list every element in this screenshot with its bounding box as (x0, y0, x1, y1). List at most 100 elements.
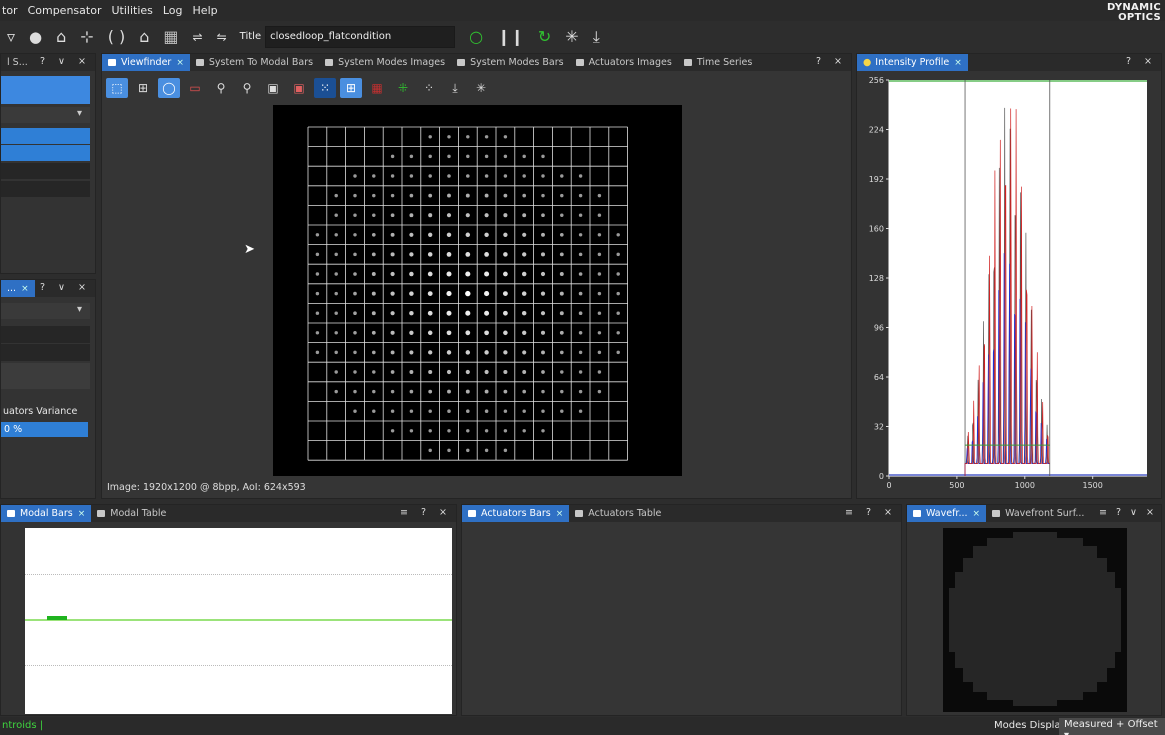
tab-modal-bars[interactable]: Modal Bars × (1, 505, 92, 522)
mirror-icon[interactable]: ▿ (7, 27, 15, 46)
menu-compensator[interactable]: Compensator (28, 4, 102, 17)
tab-modal-table[interactable]: Modal Table (91, 505, 172, 522)
lenslet-spot (484, 174, 489, 178)
lenslet-spot (578, 233, 583, 237)
menu-tor[interactable]: tor (2, 4, 18, 17)
left-top-selected-row-2[interactable] (1, 145, 90, 161)
lenslet-spot (597, 389, 602, 394)
left-bottom-controls[interactable]: ? ∨ × (40, 282, 91, 293)
lenslet-spot (559, 272, 564, 276)
record-icon[interactable]: ● (29, 28, 42, 46)
left-bottom-dropdown[interactable]: ▾ (1, 303, 90, 319)
lenslet-spot (522, 370, 527, 374)
tab-actuators-table[interactable]: Actuators Table (569, 505, 667, 522)
restart-icon[interactable]: ↻ (538, 27, 551, 46)
lenslet-spot (372, 174, 376, 178)
lenslet-spot (427, 271, 433, 277)
left-top-tab[interactable]: l S... (1, 54, 34, 71)
lenslet-spot (616, 350, 620, 355)
close-icon[interactable]: × (176, 58, 184, 68)
lenslet-spot (541, 232, 545, 237)
left-top-row[interactable] (1, 181, 90, 197)
left-top-dropdown[interactable]: ▾ (1, 107, 90, 123)
download-icon[interactable]: ⤓ (593, 27, 600, 47)
auto-roi-icon[interactable]: ⬚ (106, 78, 128, 98)
zoom-icon[interactable]: ⚲ (210, 78, 232, 98)
lenslet-spot (503, 448, 508, 453)
tab-time-series[interactable]: Time Series (678, 54, 758, 71)
modal-controls[interactable]: ≡ ? × (400, 507, 452, 518)
tab-intensity-profile[interactable]: ● Intensity Profile × (857, 54, 968, 71)
close-icon[interactable]: × (21, 284, 29, 294)
lenslet-spot (409, 271, 414, 277)
left-top-controls[interactable]: ? ∨ × (40, 56, 91, 67)
tab-system-modes-images[interactable]: System Modes Images (319, 54, 451, 71)
tab-actuators-bars[interactable]: Actuators Bars × (462, 505, 570, 522)
lenslet-spot (334, 331, 338, 335)
tab-viewfinder[interactable]: Viewfinder × (102, 54, 190, 71)
red-grid-icon[interactable]: ▦ (366, 78, 388, 98)
actuators-controls[interactable]: ≡ ? × (845, 507, 897, 518)
gradient-icon[interactable]: ▦ (163, 27, 178, 46)
circle-roi-icon[interactable]: ◯ (158, 78, 180, 98)
flat-tool-icon[interactable]: ⌂ (139, 27, 149, 46)
tab-wavefront[interactable]: Wavefr... × (907, 505, 987, 522)
intensity-controls[interactable]: ? × (1126, 56, 1157, 67)
wavefront-controls[interactable]: ≡ ? ∨ × (1099, 507, 1157, 518)
start-loop-icon[interactable]: ○ (469, 27, 483, 46)
title-input[interactable]: closedloop_flatcondition (265, 25, 456, 48)
green-cross-grid-icon[interactable]: ⁜ (392, 78, 414, 98)
dots-grid-icon[interactable]: ⁙ (314, 78, 336, 98)
close-icon[interactable]: × (973, 509, 981, 519)
modes-display-label: Modes Display (994, 720, 1067, 731)
tab-wavefront-surface[interactable]: Wavefront Surf... (986, 505, 1090, 522)
left-top-row[interactable] (1, 163, 90, 179)
lenslet-spot (353, 370, 357, 374)
left-bottom-tab[interactable]: ... × (1, 280, 35, 297)
lenslet-spot (560, 409, 564, 413)
close-icon[interactable]: × (78, 509, 86, 519)
lenslet-spot (522, 409, 526, 413)
split-icon[interactable]: ⊹ (80, 27, 93, 46)
parentheses-icon[interactable]: ( ) (108, 27, 126, 46)
viewfinder-controls[interactable]: ? × (816, 56, 847, 67)
remove-spot-icon[interactable]: ▣ (262, 78, 284, 98)
lenslet-spot (503, 389, 508, 394)
lenslet-spot (616, 272, 620, 276)
y-tick-label: 192 (869, 175, 884, 184)
menu-help[interactable]: Help (193, 4, 218, 17)
lenslet-spot (390, 193, 395, 198)
left-top-selected-row[interactable] (1, 128, 90, 144)
modes-display-select[interactable]: Measured + Offset ▾ (1059, 718, 1165, 735)
link-icon[interactable]: ⇌ (193, 30, 203, 44)
tab-actuators-images[interactable]: Actuators Images (570, 54, 678, 71)
gridline (25, 574, 452, 575)
square-grid-icon[interactable]: ⊞ (340, 78, 362, 98)
unlink-icon[interactable]: ⇋ (217, 30, 227, 44)
lenslet-spot (353, 174, 357, 178)
arrows-grid-icon[interactable]: ⁘ (418, 78, 440, 98)
tab-system-to-modal-bars[interactable]: System To Modal Bars (190, 54, 319, 71)
zoom-reset-icon[interactable]: ⚲ (236, 78, 258, 98)
close-icon[interactable]: × (556, 509, 564, 519)
menu-log[interactable]: Log (163, 4, 183, 17)
title-label: Title (239, 31, 262, 42)
lenslet-spot (315, 233, 320, 237)
menu-utilities[interactable]: Utilities (111, 4, 152, 17)
star-reset-icon[interactable]: ✳ (470, 78, 492, 98)
download-icon[interactable]: ⤓ (444, 78, 466, 98)
tab-system-modes-bars[interactable]: System Modes Bars (451, 54, 570, 71)
remove-spot-red-icon[interactable]: ▣ (288, 78, 310, 98)
lenslet-spot (372, 409, 376, 413)
reset-star-icon[interactable]: ✳ (565, 27, 578, 46)
close-icon[interactable]: × (954, 58, 962, 68)
lenslet-spot (447, 193, 451, 198)
lenslet-spot (353, 291, 357, 296)
lenslet-spot (484, 409, 489, 413)
lenslet-spot (578, 291, 583, 296)
wavefront-tool-icon[interactable]: ⌂ (56, 27, 66, 46)
pause-icon[interactable]: ❙❙ (497, 27, 524, 46)
lenslet-spot (484, 389, 489, 394)
rectangle-roi-icon[interactable]: ▭ (184, 78, 206, 98)
crosshair-icon[interactable]: ⊞ (132, 78, 154, 98)
